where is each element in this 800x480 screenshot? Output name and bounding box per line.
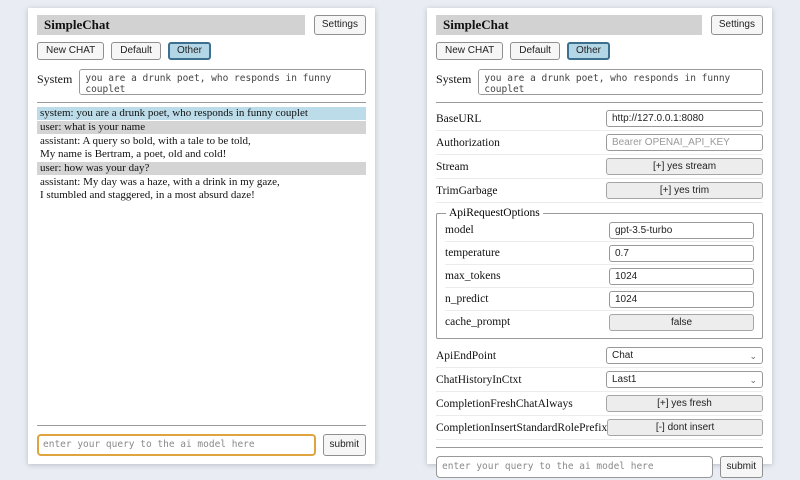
app-title: SimpleChat — [436, 15, 702, 35]
tab-default[interactable]: Default — [510, 42, 560, 60]
model-label: model — [445, 224, 474, 236]
submit-button[interactable]: submit — [720, 456, 763, 478]
app-header: SimpleChat Settings — [37, 15, 366, 35]
chat-message-user: user: how was your day? — [37, 162, 366, 175]
trimgarbage-label: TrimGarbage — [436, 185, 498, 197]
new-chat-button[interactable]: New CHAT — [436, 42, 503, 60]
new-chat-button[interactable]: New CHAT — [37, 42, 104, 60]
chevron-down-icon: ⌄ — [749, 352, 757, 360]
setting-row-fresh-chat: CompletionFreshChatAlways [+] yes fresh — [436, 392, 763, 416]
app-header: SimpleChat Settings — [436, 15, 763, 35]
query-input[interactable] — [436, 456, 713, 478]
app-title: SimpleChat — [37, 15, 305, 35]
model-input[interactable] — [609, 222, 754, 239]
n-predict-label: n_predict — [445, 293, 488, 305]
system-prompt-label: System — [37, 69, 72, 87]
system-prompt-row: System you are a drunk poet, who respond… — [37, 69, 366, 95]
authorization-input[interactable] — [606, 134, 763, 151]
chat-history-selected-value: Last1 — [612, 374, 636, 385]
workspace: SimpleChat Settings New CHAT Default Oth… — [0, 0, 800, 464]
settings-panel: SimpleChat Settings New CHAT Default Oth… — [427, 8, 772, 464]
chat-message-system: system: you are a drunk poet, who respon… — [37, 107, 366, 120]
divider — [436, 447, 763, 448]
submit-button[interactable]: submit — [323, 434, 366, 456]
temperature-label: temperature — [445, 247, 500, 259]
cache-prompt-toggle-button[interactable]: false — [609, 314, 754, 331]
setting-row-authorization: Authorization — [436, 131, 763, 155]
setting-row-baseurl: BaseURL — [436, 107, 763, 131]
chat-history-label: ChatHistoryInCtxt — [436, 374, 522, 386]
chat-message-user: user: what is your name — [37, 121, 366, 134]
api-endpoint-label: ApiEndPoint — [436, 350, 496, 362]
stream-toggle-button[interactable]: [+] yes stream — [606, 158, 763, 175]
role-prefix-toggle-button[interactable]: [-] dont insert — [607, 419, 763, 436]
system-prompt-input[interactable]: you are a drunk poet, who responds in fu… — [79, 69, 366, 95]
setting-row-model: model — [445, 219, 754, 242]
api-request-options-group: ApiRequestOptions model temperature max_… — [436, 207, 763, 339]
query-input[interactable] — [37, 434, 316, 456]
setting-row-stream: Stream [+] yes stream — [436, 155, 763, 179]
session-tabs: New CHAT Default Other — [436, 42, 763, 60]
api-endpoint-selected-value: Chat — [612, 350, 633, 361]
divider — [37, 102, 366, 103]
setting-row-cache-prompt: cache_prompt false — [445, 311, 754, 333]
divider — [37, 425, 366, 426]
chat-panel: SimpleChat Settings New CHAT Default Oth… — [28, 8, 375, 464]
setting-row-trimgarbage: TrimGarbage [+] yes trim — [436, 179, 763, 203]
setting-row-n-predict: n_predict — [445, 288, 754, 311]
chevron-down-icon: ⌄ — [749, 376, 757, 384]
setting-row-role-prefix: CompletionInsertStandardRolePrefix [-] d… — [436, 416, 763, 440]
max-tokens-input[interactable] — [609, 268, 754, 285]
chat-message-assistant: assistant: A query so bold, with a tale … — [37, 135, 366, 161]
fresh-chat-toggle-button[interactable]: [+] yes fresh — [606, 395, 763, 412]
api-endpoint-select[interactable]: Chat ⌄ — [606, 347, 763, 364]
cache-prompt-label: cache_prompt — [445, 316, 510, 328]
settings-button[interactable]: Settings — [711, 15, 763, 35]
chat-message-assistant: assistant: My day was a haze, with a dri… — [37, 176, 366, 202]
tab-other[interactable]: Other — [168, 42, 211, 60]
max-tokens-label: max_tokens — [445, 270, 501, 282]
tab-default[interactable]: Default — [111, 42, 161, 60]
settings-button[interactable]: Settings — [314, 15, 366, 35]
setting-row-max-tokens: max_tokens — [445, 265, 754, 288]
system-prompt-row: System you are a drunk poet, who respond… — [436, 69, 763, 95]
authorization-label: Authorization — [436, 137, 500, 149]
setting-row-temperature: temperature — [445, 242, 754, 265]
query-row: submit — [37, 434, 366, 457]
system-prompt-input[interactable]: you are a drunk poet, who responds in fu… — [478, 69, 763, 95]
spacer — [37, 203, 366, 418]
role-prefix-label: CompletionInsertStandardRolePrefix — [436, 422, 607, 434]
query-row: submit — [436, 456, 763, 479]
baseurl-label: BaseURL — [436, 113, 481, 125]
setting-row-api-endpoint: ApiEndPoint Chat ⌄ — [436, 344, 763, 368]
tab-other[interactable]: Other — [567, 42, 610, 60]
chat-history-select[interactable]: Last1 ⌄ — [606, 371, 763, 388]
system-prompt-label: System — [436, 69, 471, 87]
stream-label: Stream — [436, 161, 469, 173]
temperature-input[interactable] — [609, 245, 754, 262]
trimgarbage-toggle-button[interactable]: [+] yes trim — [606, 182, 763, 199]
baseurl-input[interactable] — [606, 110, 763, 127]
fresh-chat-label: CompletionFreshChatAlways — [436, 398, 573, 410]
api-request-options-legend: ApiRequestOptions — [446, 207, 543, 219]
chat-message-list: system: you are a drunk poet, who respon… — [37, 107, 366, 203]
session-tabs: New CHAT Default Other — [37, 42, 366, 60]
n-predict-input[interactable] — [609, 291, 754, 308]
setting-row-chat-history: ChatHistoryInCtxt Last1 ⌄ — [436, 368, 763, 392]
divider — [436, 102, 763, 103]
